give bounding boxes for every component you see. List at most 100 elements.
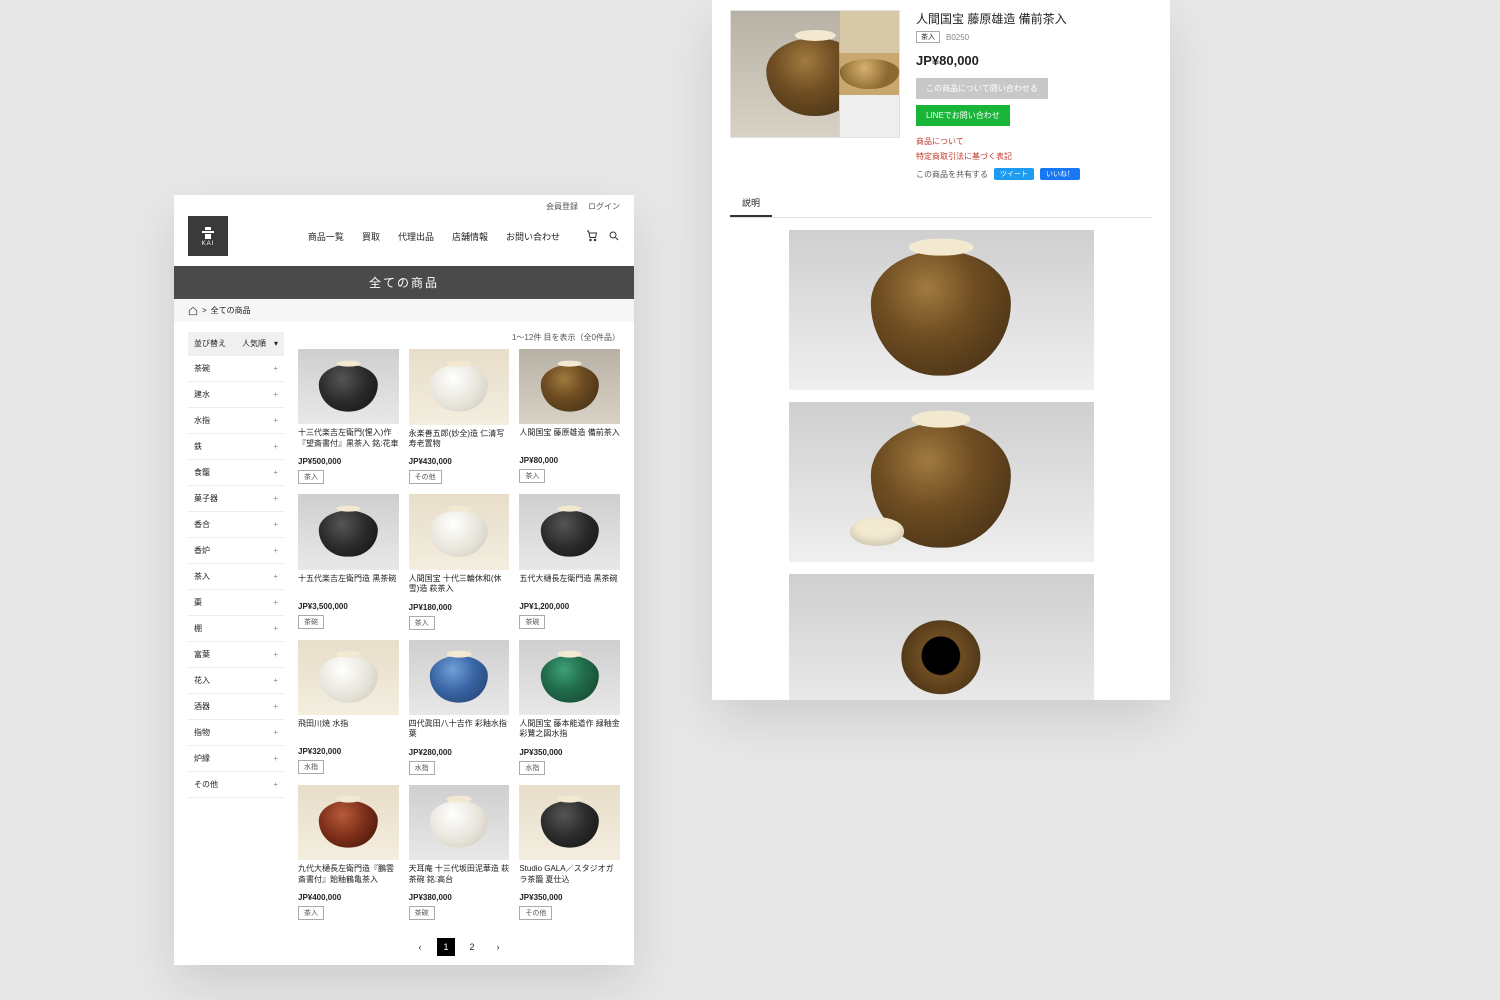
category-label: 食籠 [194, 467, 210, 478]
product-card-price: JP¥350,000 [519, 748, 620, 757]
category-item[interactable]: その他+ [188, 772, 284, 798]
category-item[interactable]: 鉄+ [188, 434, 284, 460]
category-label: 酒器 [194, 701, 210, 712]
category-item[interactable]: 炉縁+ [188, 746, 284, 772]
product-card[interactable]: 人間国宝 藤原雄造 備前茶入JP¥80,000茶入 [519, 349, 620, 484]
nav-contact[interactable]: お問い合わせ [506, 230, 560, 243]
category-item[interactable]: 水指+ [188, 408, 284, 434]
product-card-title: Studio GALA／スタジオガラ茶籠 夏仕込 [519, 864, 620, 885]
pager-page-1[interactable]: 1 [437, 938, 455, 956]
main-nav: 商品一覧 買取 代理出品 店舗情報 お問い合わせ [308, 230, 560, 243]
header: KAI 商品一覧 買取 代理出品 店舗情報 お問い合わせ [174, 212, 634, 266]
detail-page: 人間国宝 藤原雄造 備前茶入 茶入 B0250 JP¥80,000 この商品につ… [712, 0, 1170, 700]
product-tag: 茶入 [916, 31, 940, 43]
expand-icon: + [273, 390, 278, 399]
product-thumb [298, 494, 399, 569]
register-link[interactable]: 会員登録 [546, 201, 578, 212]
category-item[interactable]: 指物 + [188, 720, 284, 746]
product-card-price: JP¥430,000 [409, 457, 510, 466]
product-card[interactable]: Studio GALA／スタジオガラ茶籠 夏仕込JP¥350,000その他 [519, 785, 620, 920]
product-card-title: 十三代楽吉左衛門(惺入)作『望斎書付』黒茶入 銘:花車 [298, 428, 399, 449]
sort-value: 人気順 [242, 338, 266, 349]
expand-icon: + [273, 728, 278, 737]
category-item[interactable]: 棗+ [188, 590, 284, 616]
nav-store[interactable]: 店舗情報 [452, 230, 488, 243]
product-card[interactable]: 十五代楽吉左衛門造 黒茶碗JP¥3,500,000茶碗 [298, 494, 399, 629]
product-card[interactable]: 天耳庵 十三代坂田泥華造 萩茶碗 銘:高台JP¥380,000茶碗 [409, 785, 510, 920]
category-label: 炉縁 [194, 753, 210, 764]
product-card[interactable]: 飛田川焼 水指JP¥320,000水指 [298, 640, 399, 775]
category-item[interactable]: 菓子器+ [188, 486, 284, 512]
category-label: 指物 [194, 727, 210, 738]
product-card-title: 十五代楽吉左衛門造 黒茶碗 [298, 574, 399, 594]
product-card[interactable]: 人間国宝 十代三輪休和(休雪)造 萩茶入JP¥180,000茶入 [409, 494, 510, 629]
login-link[interactable]: ログイン [588, 201, 620, 212]
product-card-tag: 水指 [409, 761, 435, 775]
expand-icon: + [273, 546, 278, 555]
shipping-link[interactable]: 商品について [916, 136, 1152, 147]
category-item[interactable]: 酒器+ [188, 694, 284, 720]
category-item[interactable]: 茶碗 + [188, 356, 284, 382]
inquiry-button[interactable]: この商品について問い合わせる [916, 78, 1048, 99]
product-card[interactable]: 九代大樋長左衛門造『鵬雲斎書付』飴釉鶴亀茶入JP¥400,000茶入 [298, 785, 399, 920]
category-item[interactable]: 棚+ [188, 616, 284, 642]
product-card-tag: 茶入 [409, 616, 435, 630]
product-card[interactable]: 人間国宝 藤本能道作 緑釉金彩鷺之図水指JP¥350,000水指 [519, 640, 620, 775]
tab-description[interactable]: 説明 [730, 190, 772, 217]
category-label: 花入 [194, 675, 210, 686]
product-card-price: JP¥500,000 [298, 457, 399, 466]
line-inquiry-button[interactable]: LINEでお問い合わせ [916, 105, 1010, 126]
expand-icon: + [273, 598, 278, 607]
product-card[interactable]: 五代大樋長左衛門造 黒茶碗JP¥1,200,000茶碗 [519, 494, 620, 629]
law-link[interactable]: 特定商取引法に基づく表記 [916, 151, 1152, 162]
category-item[interactable]: 花入+ [188, 668, 284, 694]
product-card-tag: 茶入 [298, 470, 324, 484]
product-thumb [298, 640, 399, 715]
category-item[interactable]: 建水+ [188, 382, 284, 408]
nav-consign[interactable]: 代理出品 [398, 230, 434, 243]
product-card-tag: 水指 [519, 761, 545, 775]
pager-page-2[interactable]: 2 [463, 938, 481, 956]
category-label: 茶碗 [194, 363, 210, 374]
product-thumb [519, 349, 620, 424]
category-item[interactable]: 食籠+ [188, 460, 284, 486]
category-label: 香炉 [194, 545, 210, 556]
category-label: 鉄 [194, 441, 202, 452]
category-label: その他 [194, 779, 218, 790]
product-thumb [519, 640, 620, 715]
breadcrumb-current: 全ての商品 [211, 305, 251, 316]
result-count: 1～12件 目を表示（全0件品） [298, 332, 620, 343]
expand-icon: + [273, 650, 278, 659]
pager-next[interactable]: › [489, 938, 507, 956]
site-logo[interactable]: KAI [188, 216, 228, 256]
breadcrumb: > 全ての商品 [174, 299, 634, 322]
nav-products[interactable]: 商品一覧 [308, 230, 344, 243]
product-card-tag: 茶碗 [519, 615, 545, 629]
home-icon[interactable] [188, 306, 198, 316]
sort-select[interactable]: 人気順 ▾ [236, 332, 284, 355]
pager-prev[interactable]: ‹ [411, 938, 429, 956]
expand-icon: + [273, 442, 278, 451]
category-item[interactable]: 香炉 + [188, 538, 284, 564]
product-card-title: 人間国宝 十代三輪休和(休雪)造 萩茶入 [409, 574, 510, 595]
product-card[interactable]: 四代眞田八十吉作 彩釉水指 葉JP¥280,000水指 [409, 640, 510, 775]
like-button[interactable]: いいね！ [1040, 168, 1080, 180]
product-thumb [409, 494, 510, 570]
nav-buy[interactable]: 買取 [362, 230, 380, 243]
product-title: 人間国宝 藤原雄造 備前茶入 [916, 10, 1152, 27]
product-card[interactable]: 十三代楽吉左衛門(惺入)作『望斎書付』黒茶入 銘:花車 JP¥500,000 茶入 [298, 349, 399, 484]
category-item[interactable]: 茶入+ [188, 564, 284, 590]
product-main-image[interactable] [730, 10, 900, 138]
cart-icon[interactable] [586, 230, 598, 242]
product-card-price: JP¥3,500,000 [298, 602, 399, 611]
description-tabs: 説明 [730, 190, 1152, 218]
category-item[interactable]: 富葉+ [188, 642, 284, 668]
expand-icon: + [273, 364, 278, 373]
search-icon[interactable] [608, 230, 620, 242]
product-card[interactable]: 永楽善五郎(妙全)造 仁清写 寿老置物JP¥430,000その他 [409, 349, 510, 484]
pagination: ‹ 1 2 › [298, 938, 620, 956]
category-item[interactable]: 香合+ [188, 512, 284, 538]
tweet-button[interactable]: ツイート [994, 168, 1034, 180]
listing-page: 会員登録 ログイン KAI 商品一覧 買取 代理出品 店舗情報 お問い合わせ 全… [174, 195, 634, 965]
product-sku: B0250 [946, 33, 969, 42]
